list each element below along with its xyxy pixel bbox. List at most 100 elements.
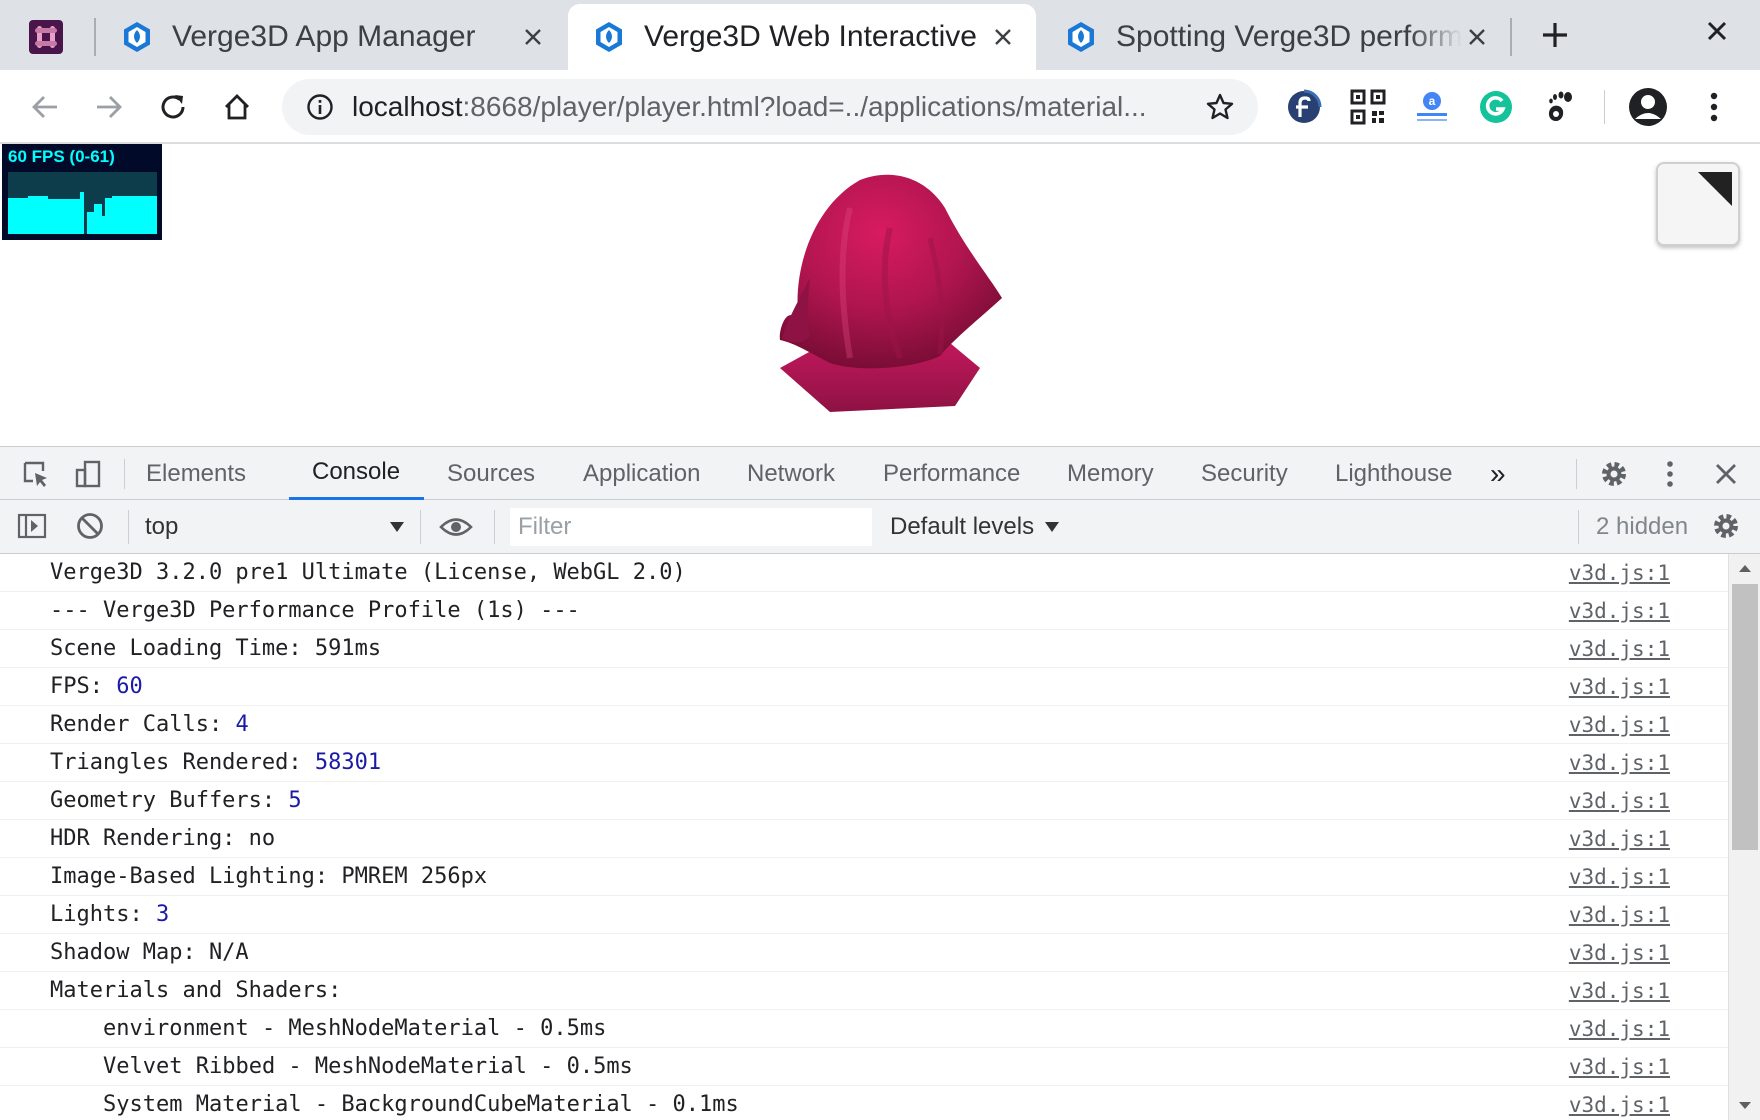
bookmark-star-icon[interactable] xyxy=(1200,87,1240,127)
fedora-icon[interactable] xyxy=(1280,83,1328,131)
source-link[interactable]: v3d.js:1 xyxy=(1569,599,1670,623)
console-message-value: 4 xyxy=(235,712,249,737)
source-link[interactable]: v3d.js:1 xyxy=(1569,637,1670,661)
new-tab-button[interactable] xyxy=(1530,10,1580,60)
source-link[interactable]: v3d.js:1 xyxy=(1569,941,1670,965)
slack-icon xyxy=(29,20,63,54)
console-message: System Material - BackgroundCubeMaterial… xyxy=(0,1086,1728,1120)
console-message-text: Geometry Buffers: 5 xyxy=(50,788,302,813)
hidden-messages-count: 2 hidden xyxy=(1596,513,1689,540)
source-link[interactable]: v3d.js:1 xyxy=(1569,675,1670,699)
arrow-left-icon xyxy=(32,96,57,118)
console-message-text: FPS: 60 xyxy=(50,674,143,699)
verge3d-icon xyxy=(124,22,150,52)
tab-web-interactive[interactable]: Verge3D Web Interactive xyxy=(568,4,1036,70)
forward-button[interactable] xyxy=(84,82,134,132)
tab-strip: Verge3D App Manager Verge3D Web Interact… xyxy=(0,0,1760,70)
console-message-text: Lights: 3 xyxy=(50,902,169,927)
source-link[interactable]: v3d.js:1 xyxy=(1569,1093,1670,1117)
toolbar-separator xyxy=(1604,90,1605,124)
close-icon[interactable] xyxy=(1462,22,1492,52)
source-link[interactable]: v3d.js:1 xyxy=(1569,751,1670,775)
home-icon xyxy=(225,94,249,120)
console-message-text: Shadow Map: N/A xyxy=(50,940,249,965)
source-link[interactable]: v3d.js:1 xyxy=(1569,1017,1670,1041)
log-levels-dropdown[interactable]: Default levels xyxy=(890,510,1060,544)
scroll-down-arrow-icon[interactable] xyxy=(1737,1098,1753,1114)
tab-app-manager[interactable]: Verge3D App Manager xyxy=(96,4,566,70)
settings-gear-icon[interactable] xyxy=(1596,457,1632,491)
scrollbar-thumb[interactable] xyxy=(1732,584,1758,850)
plus-icon xyxy=(1543,23,1567,47)
qr-code-icon[interactable] xyxy=(1344,83,1392,131)
home-button[interactable] xyxy=(212,82,262,132)
grammarly-icon[interactable] xyxy=(1472,83,1520,131)
console-message: Velvet Ribbed - MeshNodeMaterial - 0.5ms… xyxy=(0,1048,1728,1086)
device-toolbar-icon[interactable] xyxy=(70,457,106,491)
tab-spotting-performance[interactable]: Spotting Verge3D perform xyxy=(1040,4,1510,70)
source-link[interactable]: v3d.js:1 xyxy=(1569,827,1670,851)
source-link[interactable]: v3d.js:1 xyxy=(1569,789,1670,813)
devtools-tab-application[interactable]: Application xyxy=(583,447,700,500)
source-link[interactable]: v3d.js:1 xyxy=(1569,979,1670,1003)
window-close-button[interactable] xyxy=(1692,6,1742,56)
console-message-text: System Material - BackgroundCubeMaterial… xyxy=(103,1092,739,1117)
devtools-menu-icon[interactable] xyxy=(1652,457,1688,491)
scroll-up-arrow-icon[interactable] xyxy=(1737,560,1753,576)
webgl-canvas[interactable]: 60 FPS (0-61) xyxy=(0,144,1760,446)
pinned-tab-slack[interactable] xyxy=(0,4,92,70)
console-settings-gear-icon[interactable] xyxy=(1708,509,1744,543)
fps-graph xyxy=(8,172,157,234)
close-devtools-icon[interactable] xyxy=(1708,457,1744,491)
console-message-label: Shadow Map: N/A xyxy=(50,940,249,965)
devtools-tab-lighthouse[interactable]: Lighthouse xyxy=(1335,447,1452,500)
devtools-tab-network[interactable]: Network xyxy=(747,447,835,500)
devtools-tab-elements[interactable]: Elements xyxy=(146,447,246,500)
back-button[interactable] xyxy=(20,82,70,132)
translate-extension-icon[interactable]: a xyxy=(1408,83,1456,131)
fps-label: 60 FPS (0-61) xyxy=(8,147,115,166)
address-bar[interactable]: localhost:8668/player/player.html?load=.… xyxy=(282,79,1258,135)
fullscreen-icon xyxy=(1698,172,1732,206)
devtools-tab-memory[interactable]: Memory xyxy=(1067,447,1154,500)
source-link[interactable]: v3d.js:1 xyxy=(1569,713,1670,737)
console-message: Image-Based Lighting: PMREM 256px v3d.js:… xyxy=(0,858,1728,896)
execution-context-select[interactable]: top xyxy=(145,510,405,544)
console-message-label: Geometry Buffers: xyxy=(50,788,289,813)
close-icon[interactable] xyxy=(518,22,548,52)
devtools-tab-sources[interactable]: Sources xyxy=(447,447,535,500)
more-tabs-button[interactable]: » xyxy=(1490,447,1506,500)
gnome-extension-icon[interactable] xyxy=(1536,83,1584,131)
info-icon[interactable] xyxy=(300,87,340,127)
filter-input[interactable] xyxy=(510,508,872,546)
source-link[interactable]: v3d.js:1 xyxy=(1569,903,1670,927)
source-link[interactable]: v3d.js:1 xyxy=(1569,1055,1670,1079)
devtools-tab-security[interactable]: Security xyxy=(1201,447,1288,500)
show-sidebar-icon[interactable] xyxy=(14,509,50,543)
devtools-tab-performance[interactable]: Performance xyxy=(883,447,1020,500)
url-host: localhost xyxy=(352,91,463,122)
console-message-label: Image-Based Lighting: PMREM 256px xyxy=(50,864,488,889)
console-message-text: environment - MeshNodeMaterial - 0.5ms xyxy=(103,1016,606,1041)
reload-button[interactable] xyxy=(148,82,198,132)
console-message-text: Materials and Shaders: xyxy=(50,978,341,1003)
devtools-tab-console[interactable]: Console xyxy=(289,447,424,500)
dropdown-arrow-icon xyxy=(1045,522,1060,532)
live-expression-eye-icon[interactable] xyxy=(438,510,474,544)
console-scrollbar[interactable] xyxy=(1728,554,1760,1120)
fullscreen-button[interactable] xyxy=(1656,162,1740,246)
console-message: Render Calls: 4 v3d.js:1 xyxy=(0,706,1728,744)
source-link[interactable]: v3d.js:1 xyxy=(1569,865,1670,889)
separator xyxy=(494,510,495,544)
console-message: --- Verge3D Performance Profile (1s) ---… xyxy=(0,592,1728,630)
verge3d-icon xyxy=(596,22,622,52)
close-icon[interactable] xyxy=(988,22,1018,52)
kebab-menu-icon[interactable] xyxy=(1690,83,1738,131)
devtools-tab-bar: Elements Console Sources Application Net… xyxy=(0,446,1760,500)
profile-avatar-icon[interactable] xyxy=(1624,83,1672,131)
separator xyxy=(1576,459,1577,489)
svg-text:a: a xyxy=(1429,94,1436,108)
clear-console-icon[interactable] xyxy=(72,509,108,543)
source-link[interactable]: v3d.js:1 xyxy=(1569,561,1670,585)
inspect-element-icon[interactable] xyxy=(18,457,54,491)
